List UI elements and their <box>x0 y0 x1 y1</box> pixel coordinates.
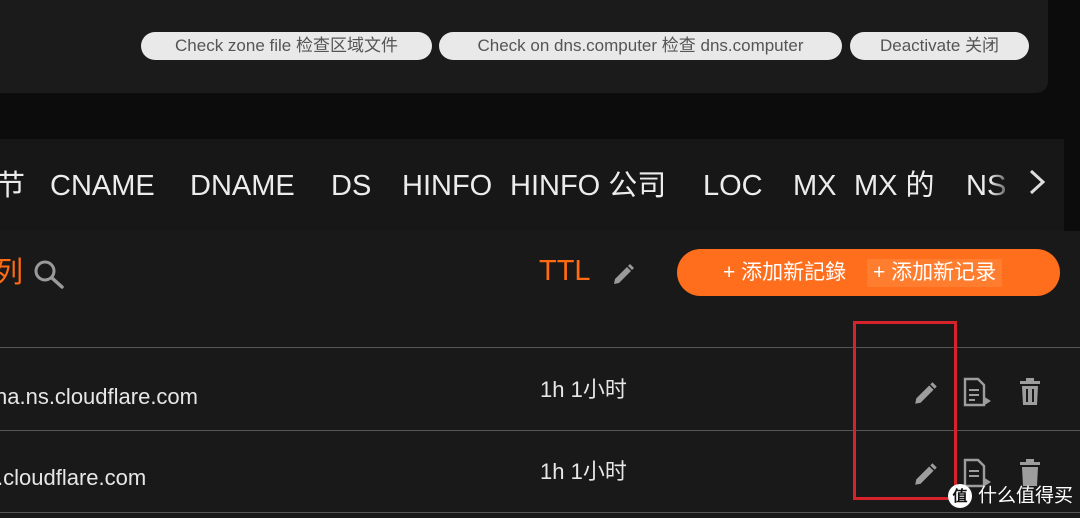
row-divider <box>0 512 1080 513</box>
column-header-partial: 列 <box>0 257 24 289</box>
tab-record-type[interactable]: 节 <box>0 169 25 203</box>
tab-mx[interactable]: MX <box>793 169 837 203</box>
add-record-button[interactable]: + 添加新記錄 + 添加新记录 <box>677 249 1060 296</box>
record-content: .cloudflare.com <box>0 465 147 490</box>
add-record-label-alt: + 添加新记录 <box>867 259 1003 287</box>
record-type-tabs: 节 CNAME DNAME DS HINFO HINFO 公司 LOC MX M… <box>0 139 1064 231</box>
record-ttl: 1h 1小时 <box>540 459 627 484</box>
tab-hinfo[interactable]: HINFO <box>402 169 492 203</box>
pencil-icon[interactable] <box>611 261 637 287</box>
watermark-text: 什么值得买 <box>978 484 1074 507</box>
watermark-logo: 值 <box>948 483 972 508</box>
search-icon[interactable] <box>33 259 65 289</box>
add-record-label: + 添加新記錄 <box>723 261 847 284</box>
ttl-column-header: TTL <box>539 255 591 287</box>
check-dns-computer-button[interactable]: Check on dns.computer 检查 dns.computer <box>439 32 842 60</box>
trash-icon[interactable] <box>1018 378 1042 406</box>
deactivate-button[interactable]: Deactivate 关闭 <box>850 32 1029 60</box>
tab-ds[interactable]: DS <box>331 169 371 203</box>
tab-hinfo-company[interactable]: HINFO 公司 <box>510 169 666 203</box>
check-zone-file-button[interactable]: Check zone file 检查区域文件 <box>141 32 432 60</box>
record-content: ha.ns.cloudflare.com <box>0 384 198 409</box>
tab-mx-de[interactable]: MX 的 <box>854 169 935 203</box>
edit-column-highlight-box <box>853 321 957 500</box>
tab-dname[interactable]: DNAME <box>190 169 295 203</box>
chevron-right-icon[interactable] <box>1024 167 1050 197</box>
clone-record-icon[interactable] <box>961 376 995 410</box>
site-watermark: 值什么值得买 <box>948 482 1073 508</box>
record-ttl: 1h 1小时 <box>540 377 627 402</box>
tab-loc[interactable]: LOC <box>703 169 763 203</box>
tab-cname[interactable]: CNAME <box>50 169 155 203</box>
